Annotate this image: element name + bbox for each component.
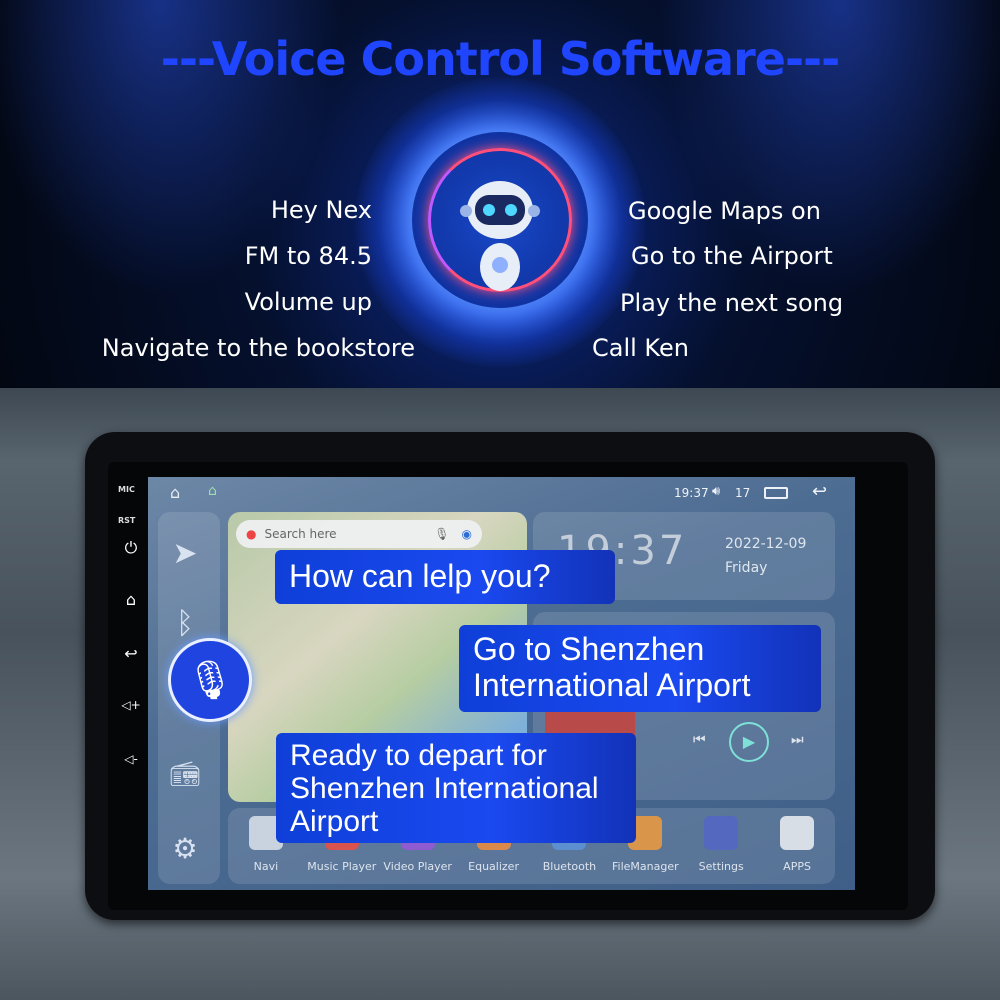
clock-weekday: Friday xyxy=(725,560,768,576)
user-command-bubble: Go to Shenzhen International Airport xyxy=(459,625,821,712)
voice-mic-button[interactable]: 🎙︎ xyxy=(168,638,252,722)
play-icon[interactable]: ▶ xyxy=(729,722,769,762)
navigation-icon[interactable]: ➤ xyxy=(160,536,210,571)
map-search-input[interactable]: Search here xyxy=(264,527,434,541)
app-icon xyxy=(780,816,815,850)
radio-icon[interactable]: 📻︎ xyxy=(160,760,210,788)
settings-icon[interactable]: ⚙ xyxy=(160,832,210,865)
robot-icon xyxy=(460,181,540,291)
status-volume: 17 xyxy=(735,486,751,500)
app-icon xyxy=(704,816,739,850)
bluetooth-icon[interactable]: ᛒ xyxy=(160,606,210,641)
assistant-reply-bubble: Ready to depart for Shenzhen Internation… xyxy=(276,733,636,843)
phrase-right-2: Go to the Airport xyxy=(631,242,833,270)
power-icon[interactable]: ⏻ xyxy=(118,538,144,558)
next-icon[interactable]: ⏭ xyxy=(791,732,804,748)
phrase-left-4: Navigate to the bookstore xyxy=(101,334,415,362)
launcher-icon[interactable]: ⌂ xyxy=(208,483,217,499)
status-time: 19:37 xyxy=(674,486,709,500)
app-apps[interactable]: APPS xyxy=(762,816,832,884)
phrase-right-4: Call Ken xyxy=(592,334,689,362)
app-label: Bluetooth xyxy=(542,860,597,873)
phrase-left-2: FM to 84.5 xyxy=(244,242,372,270)
app-label: Music Player xyxy=(307,860,377,873)
volume-up-icon[interactable]: ◁+ xyxy=(118,698,144,712)
mic-label: MIC xyxy=(118,485,135,494)
app-label: APPS xyxy=(783,860,811,873)
phrase-right-3: Play the next song xyxy=(620,289,844,317)
map-pin-icon: ● xyxy=(246,527,257,541)
assistant-prompt-bubble: How can lelp you? xyxy=(275,550,615,604)
home-icon[interactable]: ⌂ xyxy=(118,590,144,609)
recent-apps-icon[interactable] xyxy=(764,487,788,499)
volume-icon[interactable]: 🔊︎ xyxy=(712,484,720,499)
mic-icon[interactable]: 🎙︎ xyxy=(434,527,449,541)
rst-label[interactable]: RST xyxy=(118,516,135,525)
app-label: Settings xyxy=(698,860,744,873)
phrase-left-1: Hey Nex xyxy=(270,196,372,224)
app-label: Navi xyxy=(253,860,279,873)
phrase-left-3: Volume up xyxy=(244,288,372,316)
app-label: Equalizer xyxy=(468,860,519,873)
account-icon[interactable]: ◉ xyxy=(462,527,472,541)
app-label: Video Player xyxy=(383,860,452,873)
return-icon[interactable]: ↩ xyxy=(812,481,827,502)
app-settings[interactable]: Settings xyxy=(686,816,756,884)
volume-down-icon[interactable]: ◁- xyxy=(118,752,144,766)
app-label: FileManager xyxy=(612,860,679,873)
phrase-right-1: Google Maps on xyxy=(628,197,821,225)
clock-date: 2022-12-09 xyxy=(725,536,807,552)
back-icon[interactable]: ↩ xyxy=(118,644,144,663)
home-bar-icon[interactable]: ⌂ xyxy=(170,483,180,502)
previous-icon[interactable]: ⏮ xyxy=(693,732,706,748)
